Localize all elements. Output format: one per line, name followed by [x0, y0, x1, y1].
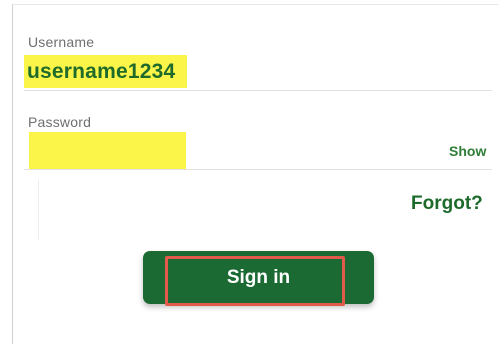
show-password-button[interactable]: Show	[449, 143, 486, 159]
username-divider	[24, 90, 492, 91]
sign-in-annotation-outline	[165, 256, 345, 306]
username-label: Username	[28, 34, 95, 50]
password-divider	[24, 169, 492, 170]
password-label: Password	[28, 114, 92, 130]
forgot-link[interactable]: Forgot?	[411, 193, 483, 215]
password-field[interactable]	[29, 132, 186, 169]
username-field[interactable]: username1234	[27, 60, 175, 84]
panel-shadow	[38, 180, 39, 240]
